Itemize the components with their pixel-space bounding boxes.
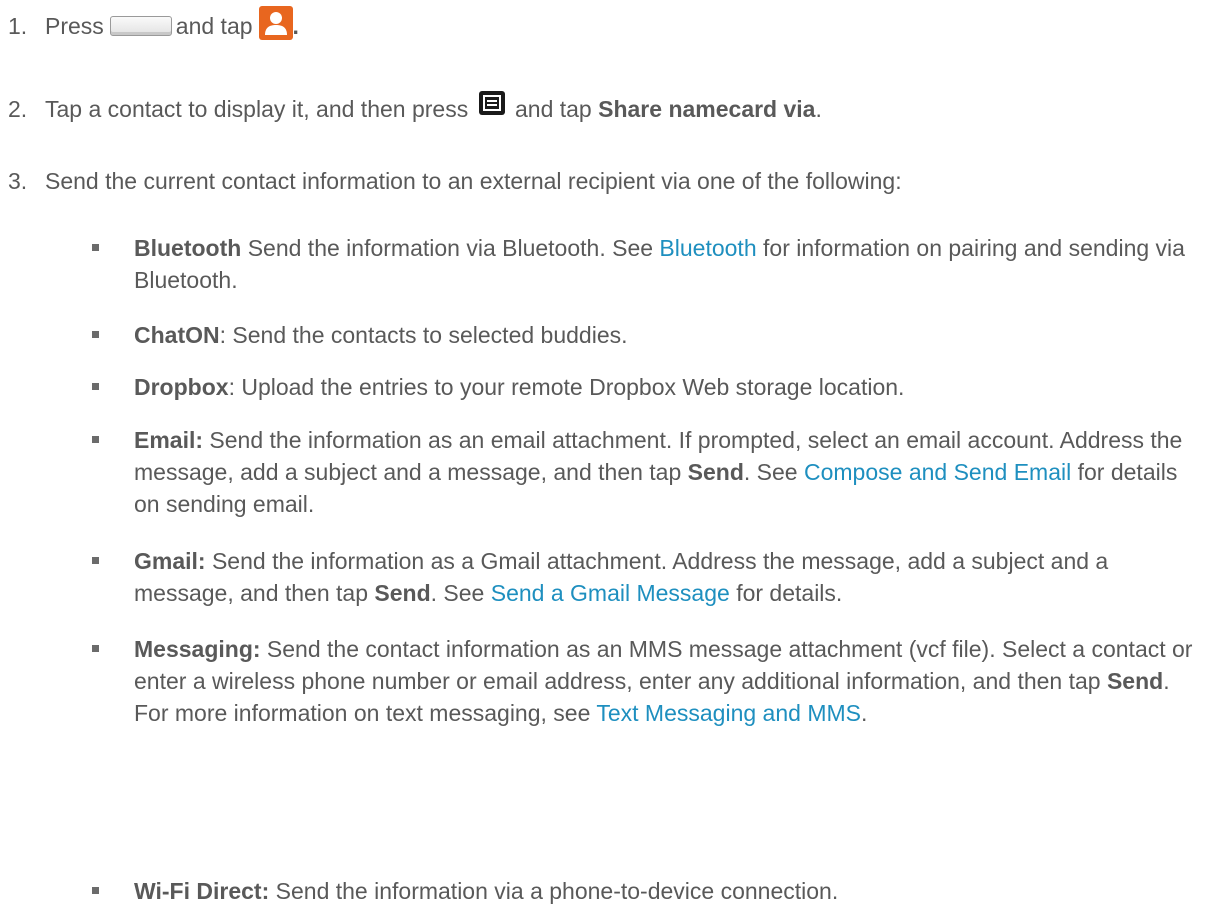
step-text: Send the current contact information to …: [45, 168, 902, 194]
text-messaging-mms-link[interactable]: Text Messaging and MMS: [596, 700, 861, 726]
option-name: Gmail:: [134, 548, 206, 574]
send-label: Send: [687, 459, 744, 485]
step-period: .: [292, 13, 299, 39]
step-number: 1.: [8, 13, 28, 39]
contacts-icon: [258, 6, 293, 40]
list-item: Wi-Fi Direct: Send the information via a…: [92, 875, 1202, 907]
bullet-icon: [92, 557, 99, 564]
step-text: Tap a contact to display it, and then pr…: [45, 96, 469, 122]
bullet-icon: [92, 331, 99, 338]
step-text: and tap: [514, 96, 592, 122]
option-text: Send the information via a phone-to-devi…: [269, 878, 839, 904]
bullet-icon: [92, 383, 99, 390]
bullet-icon: [92, 244, 99, 251]
step-number: 3.: [8, 168, 28, 194]
compose-send-email-link[interactable]: Compose and Send Email: [804, 459, 1071, 485]
step-text: and tap: [175, 13, 253, 39]
option-name: Dropbox: [134, 374, 229, 400]
list-item: Messaging: Send the contact information …: [92, 633, 1202, 729]
option-text: Send the contact information as an MMS m…: [134, 636, 1193, 694]
step-bold-text: Share namecard via: [598, 96, 816, 122]
bullet-icon: [92, 436, 99, 443]
option-text: : Send the contacts to selected buddies.: [219, 322, 628, 348]
step-number: 2.: [8, 96, 28, 122]
step-2: 2. Tap a contact to display it, and then …: [8, 91, 1198, 125]
option-text: for details.: [729, 580, 843, 606]
option-text: : Upload the entries to your remote Drop…: [228, 374, 905, 400]
option-text: . See: [743, 459, 804, 485]
option-text: . See: [430, 580, 491, 606]
step-period: .: [815, 96, 822, 122]
send-gmail-message-link[interactable]: Send a Gmail Message: [491, 580, 730, 606]
step-3: 3. Send the current contact information t…: [8, 165, 1198, 197]
send-label: Send: [374, 580, 431, 606]
bullet-icon: [92, 887, 99, 894]
list-item: ChatON: Send the contacts to selected bu…: [92, 319, 1202, 351]
send-label: Send: [1106, 668, 1164, 694]
option-name: Messaging:: [134, 636, 261, 662]
option-text: Send the information via Bluetooth. See: [241, 235, 660, 261]
menu-key-icon: [478, 91, 505, 115]
option-name: Bluetooth: [134, 235, 242, 261]
option-name: Email:: [134, 427, 204, 453]
step-1: 1. Press and tap.: [8, 6, 1198, 42]
list-item: Bluetooth Send the information via Bluet…: [92, 232, 1202, 296]
list-item: Email: Send the information as an email …: [92, 424, 1202, 520]
option-text: .: [860, 700, 868, 726]
list-item: Gmail: Send the information as a Gmail a…: [92, 545, 1202, 609]
step-text: Press: [45, 13, 104, 39]
list-item: Dropbox: Upload the entries to your remo…: [92, 371, 1202, 403]
option-name: Wi-Fi Direct:: [134, 878, 270, 904]
home-key-icon: [109, 16, 172, 36]
bluetooth-link[interactable]: Bluetooth: [659, 235, 756, 261]
option-name: ChatON: [134, 322, 220, 348]
bullet-icon: [92, 645, 99, 652]
